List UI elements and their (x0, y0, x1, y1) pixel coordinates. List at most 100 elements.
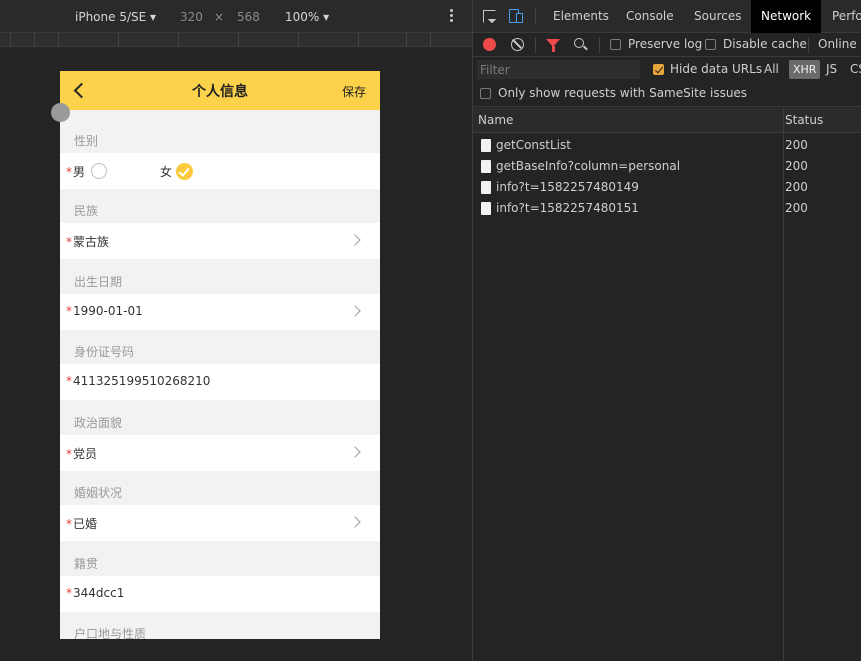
table-row[interactable]: getBaseInfo?column=personal 200 (473, 156, 861, 177)
requests-table-body: getConstList 200 getBaseInfo?column=pers… (473, 133, 861, 661)
type-css[interactable]: CS (850, 62, 861, 76)
network-toolbar: Preserve log Disable cache Online (473, 33, 861, 57)
male-radio[interactable] (91, 163, 107, 179)
political-row[interactable]: *党员 (60, 435, 380, 471)
female-radio-checked-icon[interactable] (176, 163, 193, 180)
save-button[interactable]: 保存 (342, 83, 366, 100)
gender-row: *男 女 (60, 153, 380, 189)
file-icon (481, 139, 491, 152)
marital-value: 已婚 (73, 517, 98, 531)
search-icon[interactable] (574, 38, 584, 48)
tab-console[interactable]: Console (616, 0, 684, 33)
birth-row[interactable]: *1990-01-01 (60, 294, 380, 330)
column-name[interactable]: Name (478, 113, 513, 127)
required-mark: * (66, 586, 72, 600)
type-js[interactable]: JS (826, 62, 837, 76)
hide-data-urls-checkbox[interactable] (653, 64, 664, 75)
column-status[interactable]: Status (785, 113, 823, 127)
disable-cache-checkbox[interactable] (705, 39, 716, 50)
table-row[interactable]: info?t=1582257480149 200 (473, 177, 861, 198)
tab-performance[interactable]: Perfor (822, 0, 861, 33)
marital-label: 婚姻状况 (74, 486, 123, 500)
hukou-label: 户口地与性质 (74, 627, 147, 639)
file-icon (481, 160, 491, 173)
samesite-checkbox[interactable] (480, 88, 491, 99)
birth-label: 出生日期 (74, 275, 123, 289)
request-status: 200 (785, 138, 808, 152)
marital-row[interactable]: *已婚 (60, 505, 380, 541)
preserve-log-label: Preserve log (628, 37, 703, 51)
touch-cursor-icon (51, 103, 70, 122)
female-label[interactable]: 女 (160, 163, 172, 180)
filter-input[interactable] (477, 60, 640, 79)
device-select[interactable]: iPhone 5/SE ▾ (75, 10, 156, 24)
disable-cache-label: Disable cache (723, 37, 807, 51)
gender-label: 性别 (74, 134, 99, 148)
device-toolbar-icon[interactable] (509, 9, 523, 24)
id-number-value: 411325199510268210 (73, 374, 211, 388)
dimension-times: × (214, 10, 225, 24)
devtools-panel: Elements Console Sources Network Perfor … (472, 0, 861, 661)
ethnicity-row[interactable]: *蒙古族 (60, 223, 380, 259)
required-mark: * (66, 235, 72, 249)
chevron-right-icon (349, 305, 361, 317)
required-mark: * (66, 165, 72, 179)
device-height-input[interactable]: 568 (237, 10, 260, 24)
device-width-input[interactable]: 320 (180, 10, 203, 24)
male-option[interactable]: *男 (66, 163, 85, 180)
native-place-value: 344dcc1 (73, 586, 125, 600)
file-icon (481, 202, 491, 215)
media-query-ruler (0, 33, 472, 47)
id-number-label: 身份证号码 (74, 345, 135, 359)
tab-elements[interactable]: Elements (543, 0, 619, 33)
filter-icon[interactable] (546, 39, 560, 52)
page-title: 个人信息 (192, 84, 248, 100)
browser-window: iPhone 5/SE ▾ 320 × 568 100% ▾ 个人信息 保存 性… (0, 0, 861, 661)
political-label: 政治面貌 (74, 416, 123, 430)
devtools-tab-bar: Elements Console Sources Network Perfor (473, 0, 861, 33)
more-options-icon[interactable] (450, 9, 454, 24)
request-name: getBaseInfo?column=personal (496, 159, 681, 173)
request-status: 200 (785, 201, 808, 215)
requests-table-header: Name Status (473, 108, 861, 133)
samesite-label: Only show requests with SameSite issues (498, 86, 748, 100)
type-all[interactable]: All (764, 62, 779, 76)
required-mark: * (66, 517, 72, 531)
request-name: info?t=1582257480149 (496, 180, 639, 194)
inspect-element-icon[interactable] (483, 10, 496, 23)
required-mark: * (66, 447, 72, 461)
app-header: 个人信息 保存 (60, 71, 380, 110)
political-value: 党员 (73, 447, 98, 461)
table-row[interactable]: info?t=1582257480151 200 (473, 198, 861, 219)
type-xhr[interactable]: XHR (789, 60, 821, 79)
tab-sources[interactable]: Sources (684, 0, 751, 33)
record-icon[interactable] (483, 38, 496, 51)
hide-data-urls-label: Hide data URLs (670, 62, 763, 76)
device-emulation-pane: iPhone 5/SE ▾ 320 × 568 100% ▾ 个人信息 保存 性… (0, 0, 472, 661)
preserve-log-checkbox[interactable] (610, 39, 621, 50)
ethnicity-label: 民族 (74, 204, 99, 218)
device-toolbar: iPhone 5/SE ▾ 320 × 568 100% ▾ (0, 0, 472, 33)
throttle-select[interactable]: Online (818, 37, 857, 51)
tab-separator (535, 8, 536, 25)
native-place-row[interactable]: *344dcc1 (60, 576, 380, 612)
required-mark: * (66, 304, 72, 318)
file-icon (481, 181, 491, 194)
phone-viewport: 个人信息 保存 性别 *男 女 民族 *蒙古族 出生日期 *1990-01-01 (60, 71, 380, 639)
table-row[interactable]: getConstList 200 (473, 135, 861, 156)
clear-icon[interactable] (511, 38, 524, 51)
network-filter-bar: Hide data URLs All XHR JS CS Only show r… (473, 57, 861, 107)
request-name: getConstList (496, 138, 571, 152)
ethnicity-value: 蒙古族 (73, 235, 110, 249)
tab-network[interactable]: Network (751, 0, 822, 33)
chevron-right-icon (349, 516, 361, 528)
id-number-row[interactable]: *411325199510268210 (60, 364, 380, 400)
native-place-label: 籍贯 (74, 557, 99, 571)
chevron-right-icon (349, 234, 361, 246)
request-status: 200 (785, 159, 808, 173)
request-status: 200 (785, 180, 808, 194)
birth-value: 1990-01-01 (73, 304, 143, 318)
zoom-select[interactable]: 100% ▾ (285, 10, 329, 24)
request-name: info?t=1582257480151 (496, 201, 639, 215)
required-mark: * (66, 374, 72, 388)
